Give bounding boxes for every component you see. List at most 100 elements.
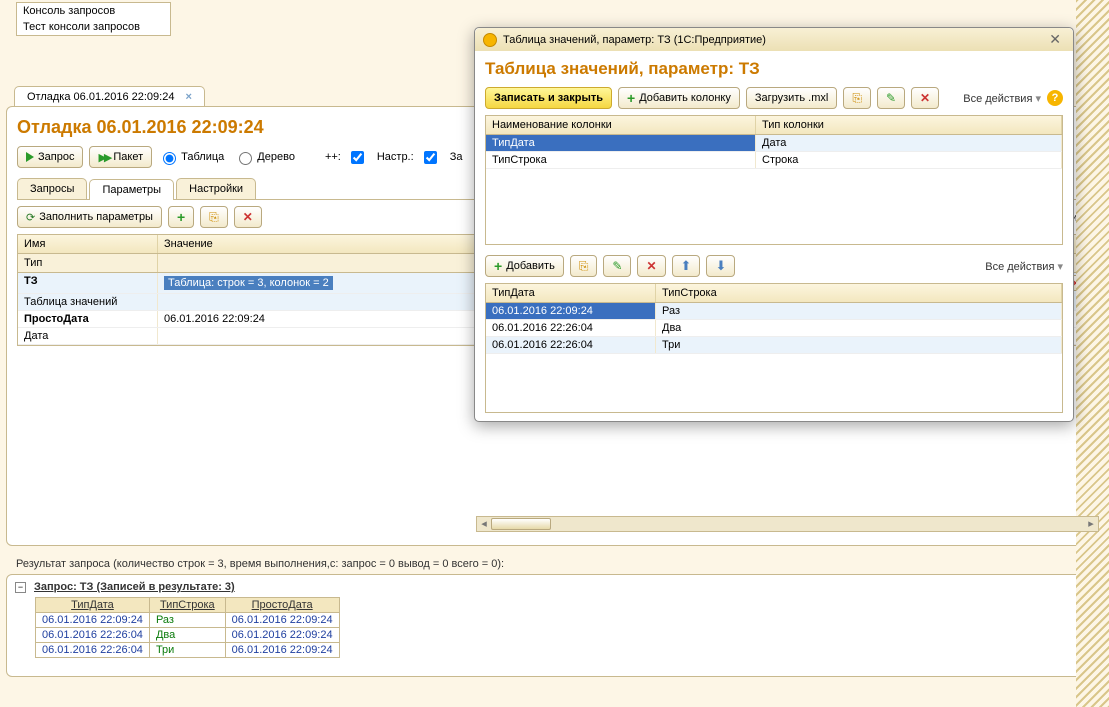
result-row[interactable]: 06.01.2016 22:09:24Раз06.01.2016 22:09:2… bbox=[36, 613, 340, 628]
move-up-button[interactable]: ⬆ bbox=[672, 255, 701, 277]
col-header-name[interactable]: Наименование колонки bbox=[486, 116, 756, 134]
dialog-toolbar-rows: +Добавить ⎘ ✎ ✕ ⬆ ⬇ Все действия bbox=[485, 255, 1063, 277]
view-table-radio[interactable]: Таблица bbox=[158, 149, 224, 165]
scroll-right-icon[interactable]: ▸ bbox=[1084, 517, 1098, 531]
result-panel: − Запрос: ТЗ (Записей в результате: 3) Т… bbox=[6, 574, 1103, 677]
col-type-header[interactable]: Тип bbox=[18, 254, 158, 272]
col-header-type[interactable]: Тип колонки bbox=[756, 116, 1062, 134]
columns-grid: Наименование колонки Тип колонки ТипДата… bbox=[485, 115, 1063, 245]
app-logo-icon bbox=[483, 33, 497, 47]
top-nav-item[interactable]: Тест консоли запросов bbox=[17, 19, 170, 35]
plusplus-check[interactable] bbox=[347, 148, 367, 167]
copy-button[interactable]: ⎘ bbox=[200, 206, 228, 228]
x-icon: ✕ bbox=[243, 210, 253, 224]
move-down-button[interactable]: ⬇ bbox=[706, 255, 735, 277]
data-col-header[interactable]: ТипСтрока bbox=[656, 284, 1062, 302]
column-row[interactable]: ТипДата Дата bbox=[486, 135, 1062, 152]
arrow-down-icon: ⬇ bbox=[715, 258, 726, 274]
copy-button[interactable]: ⎘ bbox=[843, 87, 871, 109]
result-title[interactable]: Запрос: ТЗ (Записей в результате: 3) bbox=[34, 581, 235, 593]
param-name: ПростоДата bbox=[18, 311, 158, 327]
run-query-button[interactable]: Запрос bbox=[17, 146, 83, 168]
result-status-line: Результат запроса (количество строк = 3,… bbox=[16, 558, 1099, 570]
pencil-icon: ✎ bbox=[612, 259, 622, 273]
result-col-header[interactable]: ПростоДата bbox=[225, 598, 339, 613]
delete-button[interactable]: ✕ bbox=[637, 255, 665, 277]
dialog-toolbar-top: Записать и закрыть +Добавить колонку Заг… bbox=[485, 87, 1063, 109]
run-packet-button[interactable]: ▶▶Пакет bbox=[89, 146, 152, 168]
result-col-header[interactable]: ТипСтрока bbox=[149, 598, 225, 613]
column-type: Строка bbox=[756, 152, 1062, 168]
top-nav-list: Консоль запросов Тест консоли запросов bbox=[16, 2, 171, 36]
data-cell: 06.01.2016 22:26:04 bbox=[486, 320, 656, 336]
edit-button[interactable]: ✎ bbox=[877, 87, 905, 109]
column-type: Дата bbox=[756, 135, 1062, 151]
dialog-titlebar[interactable]: Таблица значений, параметр: ТЗ (1С:Предп… bbox=[475, 28, 1073, 51]
column-name: ТипСтрока bbox=[486, 152, 756, 168]
scroll-thumb[interactable] bbox=[491, 518, 551, 530]
plus-icon: + bbox=[177, 209, 185, 225]
fill-params-button[interactable]: ⟳Заполнить параметры bbox=[17, 206, 162, 228]
copy-icon: ⎘ bbox=[852, 91, 862, 106]
param-type: Дата bbox=[18, 328, 158, 344]
scroll-left-icon[interactable]: ◂ bbox=[477, 517, 491, 531]
help-icon[interactable]: ? bbox=[1047, 90, 1063, 106]
pencil-icon: ✎ bbox=[886, 91, 896, 105]
data-grid: ТипДата ТипСтрока 06.01.2016 22:09:24 Ра… bbox=[485, 283, 1063, 413]
data-col-header[interactable]: ТипДата bbox=[486, 284, 656, 302]
data-row[interactable]: 06.01.2016 22:26:04 Два bbox=[486, 320, 1062, 337]
data-cell: Три bbox=[656, 337, 1062, 353]
za-label: За bbox=[450, 151, 463, 163]
data-cell: 06.01.2016 22:26:04 bbox=[486, 337, 656, 353]
delete-button[interactable]: ✕ bbox=[911, 87, 939, 109]
x-icon: ✕ bbox=[646, 259, 656, 273]
column-name: ТипДата bbox=[486, 135, 756, 151]
delete-button[interactable]: ✕ bbox=[234, 206, 262, 228]
copy-button[interactable]: ⎘ bbox=[570, 255, 598, 277]
arrow-up-icon: ⬆ bbox=[681, 258, 692, 274]
param-type: Таблица значений bbox=[18, 294, 158, 310]
col-name-header[interactable]: Имя bbox=[18, 235, 158, 253]
data-row[interactable]: 06.01.2016 22:26:04 Три bbox=[486, 337, 1062, 354]
x-icon: ✕ bbox=[920, 91, 930, 105]
tab-settings[interactable]: Настройки bbox=[176, 178, 256, 199]
add-row-button[interactable]: +Добавить bbox=[485, 255, 564, 277]
view-tree-radio[interactable]: Дерево bbox=[234, 149, 295, 165]
plus-icon: + bbox=[627, 90, 635, 106]
result-row[interactable]: 06.01.2016 22:26:04Два06.01.2016 22:09:2… bbox=[36, 628, 340, 643]
top-nav-item[interactable]: Консоль запросов bbox=[17, 3, 170, 19]
plusplus-label: ++: bbox=[325, 151, 341, 163]
refresh-icon: ⟳ bbox=[26, 211, 35, 224]
copy-icon: ⎘ bbox=[209, 210, 219, 225]
background-hatch bbox=[1076, 0, 1109, 707]
dialog-window-title: Таблица значений, параметр: ТЗ (1С:Предп… bbox=[503, 34, 766, 46]
column-row[interactable]: ТипСтрока Строка bbox=[486, 152, 1062, 169]
data-cell: Раз bbox=[656, 303, 1062, 319]
all-actions-dropdown[interactable]: Все действия bbox=[985, 260, 1063, 273]
dialog-heading: Таблица значений, параметр: ТЗ bbox=[485, 59, 1063, 79]
param-name: ТЗ bbox=[18, 273, 158, 293]
data-row[interactable]: 06.01.2016 22:09:24 Раз bbox=[486, 303, 1062, 320]
tab-queries[interactable]: Запросы bbox=[17, 178, 87, 199]
plus-icon: + bbox=[494, 258, 502, 274]
add-column-button[interactable]: +Добавить колонку bbox=[618, 87, 740, 109]
close-icon[interactable]: × bbox=[186, 91, 192, 103]
add-button[interactable]: + bbox=[168, 206, 194, 228]
save-close-button[interactable]: Записать и закрыть bbox=[485, 87, 612, 109]
document-tab[interactable]: Отладка 06.01.2016 22:09:24 × bbox=[14, 86, 205, 107]
result-row[interactable]: 06.01.2016 22:26:04Три06.01.2016 22:09:2… bbox=[36, 643, 340, 658]
nastr-check[interactable] bbox=[420, 148, 440, 167]
collapse-icon[interactable]: − bbox=[15, 582, 26, 593]
result-table: ТипДата ТипСтрока ПростоДата 06.01.2016 … bbox=[35, 597, 340, 658]
edit-button[interactable]: ✎ bbox=[603, 255, 631, 277]
value-table-dialog: Таблица значений, параметр: ТЗ (1С:Предп… bbox=[474, 27, 1074, 422]
all-actions-dropdown[interactable]: Все действия bbox=[963, 92, 1041, 105]
tab-params[interactable]: Параметры bbox=[89, 179, 174, 200]
data-cell: 06.01.2016 22:09:24 bbox=[486, 303, 656, 319]
nastr-label: Настр.: bbox=[377, 151, 414, 163]
copy-icon: ⎘ bbox=[579, 259, 589, 274]
result-col-header[interactable]: ТипДата bbox=[36, 598, 150, 613]
close-icon[interactable]: ✕ bbox=[1045, 31, 1065, 48]
horizontal-scrollbar[interactable]: ◂ ▸ bbox=[476, 516, 1099, 532]
load-mxl-button[interactable]: Загрузить .mxl bbox=[746, 87, 837, 109]
